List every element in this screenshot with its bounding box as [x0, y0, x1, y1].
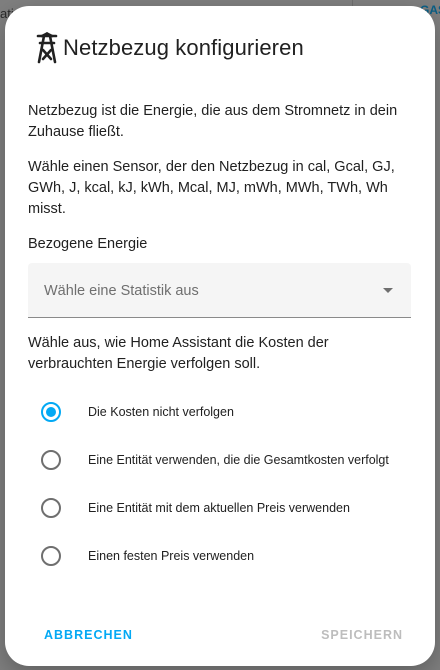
cost-option-total-cost-entity[interactable]: Eine Entität verwenden, die die Gesamtko… — [41, 450, 389, 470]
select-placeholder: Wähle eine Statistik aus — [44, 283, 199, 299]
radio-label: Eine Entität mit dem aktuellen Preis ver… — [88, 501, 350, 515]
configure-grid-consumption-dialog: Netzbezug konfigurieren Netzbezug ist di… — [5, 6, 435, 666]
cost-option-fixed-price[interactable]: Einen festen Preis verwenden — [41, 546, 254, 566]
transmission-tower-icon — [33, 32, 61, 64]
dialog-header: Netzbezug konfigurieren — [33, 32, 304, 64]
radio-button[interactable] — [41, 546, 61, 566]
radio-button[interactable] — [41, 450, 61, 470]
radio-label: Die Kosten nicht verfolgen — [88, 405, 234, 419]
intro-text: Netzbezug ist die Energie, die aus dem S… — [28, 103, 398, 140]
sensor-hint-text: Wähle einen Sensor, der den Netzbezug in… — [28, 159, 395, 217]
cancel-button[interactable]: ABBRECHEN — [44, 628, 133, 642]
radio-label: Einen festen Preis verwenden — [88, 549, 255, 563]
radio-label: Eine Entität verwenden, die die Gesamtko… — [88, 453, 389, 467]
save-button[interactable]: SPEICHERN — [321, 628, 403, 642]
cost-option-no-tracking[interactable]: Die Kosten nicht verfolgen — [41, 402, 234, 422]
dropdown-arrow-icon — [383, 288, 393, 293]
radio-button-checked[interactable] — [41, 402, 61, 422]
cost-hint-text: Wähle aus, wie Home Assistant die Kosten… — [28, 335, 329, 372]
consumed-energy-label: Bezogene Energie — [28, 236, 148, 252]
cost-option-current-price-entity[interactable]: Eine Entität mit dem aktuellen Preis ver… — [41, 498, 350, 518]
statistic-select[interactable]: Wähle eine Statistik aus — [28, 263, 411, 318]
dialog-title: Netzbezug konfigurieren — [63, 35, 304, 60]
radio-button[interactable] — [41, 498, 61, 518]
